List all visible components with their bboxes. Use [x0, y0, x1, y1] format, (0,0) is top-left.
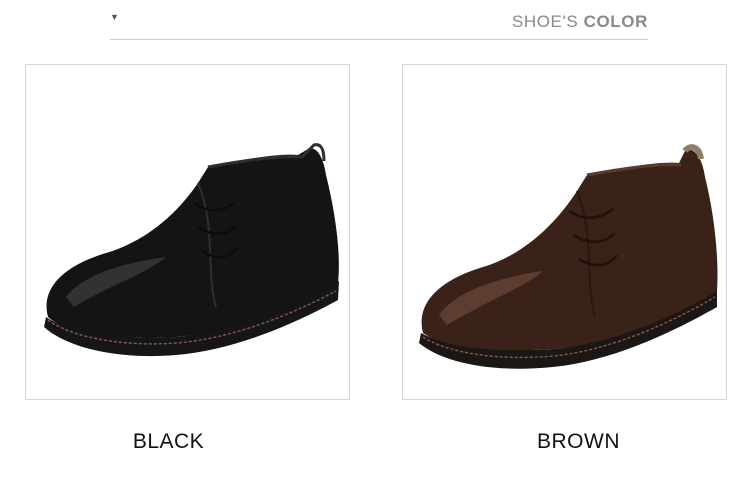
- product-card-black[interactable]: [25, 64, 350, 400]
- product-card-brown[interactable]: [402, 64, 727, 400]
- boot-image-black: [44, 143, 339, 357]
- boot-image-brown: [419, 144, 718, 369]
- section-title: SHOE'S COLOR: [512, 12, 648, 32]
- color-label-brown: BROWN: [537, 430, 620, 453]
- section-title-bold: COLOR: [583, 12, 648, 31]
- header-divider: [110, 39, 648, 40]
- color-label-black: BLACK: [132, 430, 205, 453]
- triangle-down-icon: ▼: [110, 12, 119, 22]
- section-title-light: SHOE'S: [511, 12, 579, 31]
- section-header: ▼ SHOE'S COLOR: [0, 0, 750, 44]
